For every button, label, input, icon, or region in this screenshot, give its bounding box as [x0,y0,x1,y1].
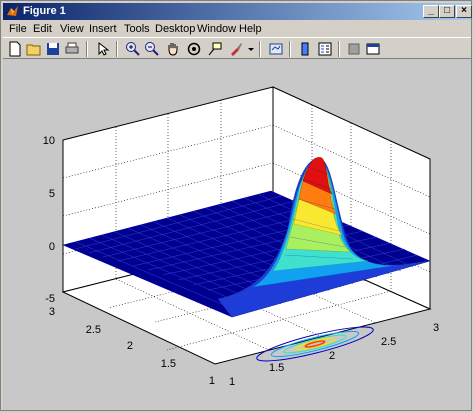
menu-view[interactable]: View [60,22,84,36]
z-tick-label: 5 [49,188,55,200]
close-button[interactable]: × [456,5,472,18]
menu-insert[interactable]: Insert [89,22,117,36]
insert-legend-icon[interactable] [317,41,333,57]
window-title: Figure 1 [23,5,66,17]
menu-tools[interactable]: Tools [124,22,150,36]
menu-desktop[interactable]: Desktop [155,22,195,36]
menu-window[interactable]: Window [197,22,236,36]
maximize-button[interactable]: □ [439,5,455,18]
show-plot-tools-icon[interactable] [365,41,381,57]
y-tick-label: 2 [127,340,133,352]
menu-file[interactable]: File [9,22,27,36]
x-tick-label: 2 [329,350,335,362]
save-icon[interactable] [45,41,61,57]
menu-bar: File Edit View Insert Tools Desktop Wind… [3,21,471,37]
figure-canvas[interactable]: 10 5 0 -5 3 2.5 2 1.5 1 1 1.5 2 2.5 3 [3,59,471,410]
brush-icon[interactable] [228,41,244,57]
y-tick-label: 1 [209,375,215,387]
brush-dropdown-icon[interactable] [247,41,255,57]
toolbar-separator [289,41,291,57]
new-figure-icon[interactable] [7,41,23,57]
open-file-icon[interactable] [26,41,42,57]
surface-plot[interactable]: 10 5 0 -5 3 2.5 2 1.5 1 1 1.5 2 2.5 3 [3,59,471,410]
z-tick-label: -5 [45,293,55,305]
x-tick-label: 2.5 [381,336,396,348]
insert-colorbar-icon[interactable] [297,41,313,57]
y-tick-label: 2.5 [86,324,101,336]
print-icon[interactable] [64,41,80,57]
menu-edit[interactable]: Edit [33,22,52,36]
link-plot-icon[interactable] [268,41,284,57]
data-cursor-icon[interactable] [207,41,223,57]
z-tick-label: 0 [49,241,55,253]
y-tick-label: 1.5 [161,358,176,370]
figure-window: Figure 1 _ □ × File Edit View Insert Too… [0,0,472,411]
x-tick-label: 3 [433,322,439,334]
x-tick-label: 1 [229,376,235,388]
toolbar-separator [259,41,261,57]
rotate-3d-icon[interactable] [186,41,202,57]
y-tick-label: 3 [49,306,55,318]
x-tick-label: 1.5 [269,362,284,374]
toolbar-separator [338,41,340,57]
z-tick-label: 10 [43,135,55,147]
pan-hand-icon[interactable] [165,41,181,57]
zoom-out-icon[interactable] [144,41,160,57]
title-bar[interactable]: Figure 1 _ □ × [3,3,472,20]
zoom-in-icon[interactable] [125,41,141,57]
menu-help[interactable]: Help [239,22,262,36]
minimize-button[interactable]: _ [423,5,439,18]
edit-plot-arrow-icon[interactable] [95,41,111,57]
toolbar-separator [86,41,88,57]
toolbar-separator [116,41,118,57]
figure-toolbar [3,37,471,59]
hide-plot-tools-icon[interactable] [346,41,362,57]
matlab-logo-icon [7,6,18,16]
